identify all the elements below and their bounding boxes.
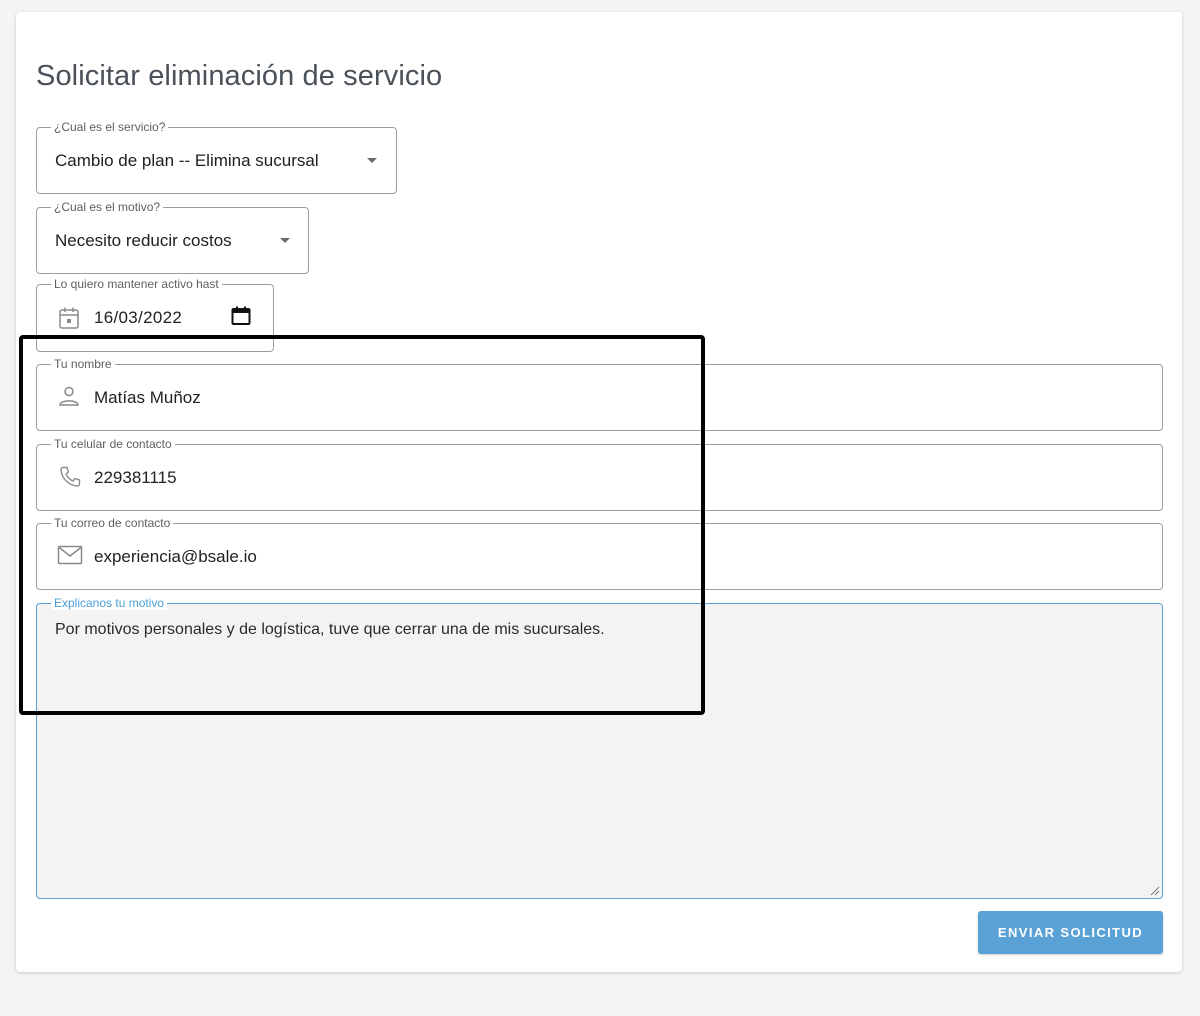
email-field[interactable]: Tu correo de contacto experiencia@bsale.… <box>36 516 1163 590</box>
phone-field-label: Tu celular de contacto <box>51 437 175 451</box>
person-icon <box>59 386 79 406</box>
name-field[interactable]: Tu nombre Matías Muñoz <box>36 357 1163 431</box>
calendar-picker-icon[interactable] <box>231 306 251 326</box>
phone-field-value: 229381115 <box>94 468 177 487</box>
page-title: Solicitar eliminación de servicio <box>36 60 443 92</box>
submit-request-button[interactable]: ENVIAR SOLICITUD <box>978 911 1163 954</box>
reason-select-value: Necesito reducir costos <box>55 231 232 250</box>
reason-select[interactable]: ¿Cual es el motivo? Necesito reducir cos… <box>36 200 309 274</box>
name-field-value: Matías Muñoz <box>94 388 201 407</box>
email-field-value: experiencia@bsale.io <box>94 547 257 566</box>
resize-handle-icon[interactable] <box>1150 886 1160 896</box>
mail-icon <box>57 545 83 565</box>
email-field-label: Tu correo de contacto <box>51 516 174 530</box>
reason-select-label: ¿Cual es el motivo? <box>51 200 164 214</box>
active-until-value: 16/03/2022 <box>94 308 183 327</box>
dropdown-arrow-icon <box>367 158 377 163</box>
phone-field[interactable]: Tu celular de contacto 229381115 <box>36 437 1163 511</box>
service-select-value: Cambio de plan -- Elimina sucursal <box>55 151 319 170</box>
service-select-label: ¿Cual es el servicio? <box>51 120 169 134</box>
active-until-date-field[interactable]: Lo quiero mantener activo hast 16/03/202… <box>36 277 274 352</box>
explanation-textarea[interactable]: Explicanos tu motivo Por motivos persona… <box>36 596 1163 899</box>
explanation-textarea-value: Por motivos personales y de logística, t… <box>55 621 605 638</box>
name-field-label: Tu nombre <box>51 357 115 371</box>
calendar-icon <box>59 307 79 329</box>
active-until-label: Lo quiero mantener activo hast <box>51 277 222 291</box>
phone-icon <box>60 466 81 487</box>
explanation-textarea-label: Explicanos tu motivo <box>51 596 168 610</box>
dropdown-arrow-icon <box>280 238 290 243</box>
service-select[interactable]: ¿Cual es el servicio? Cambio de plan -- … <box>36 120 397 194</box>
